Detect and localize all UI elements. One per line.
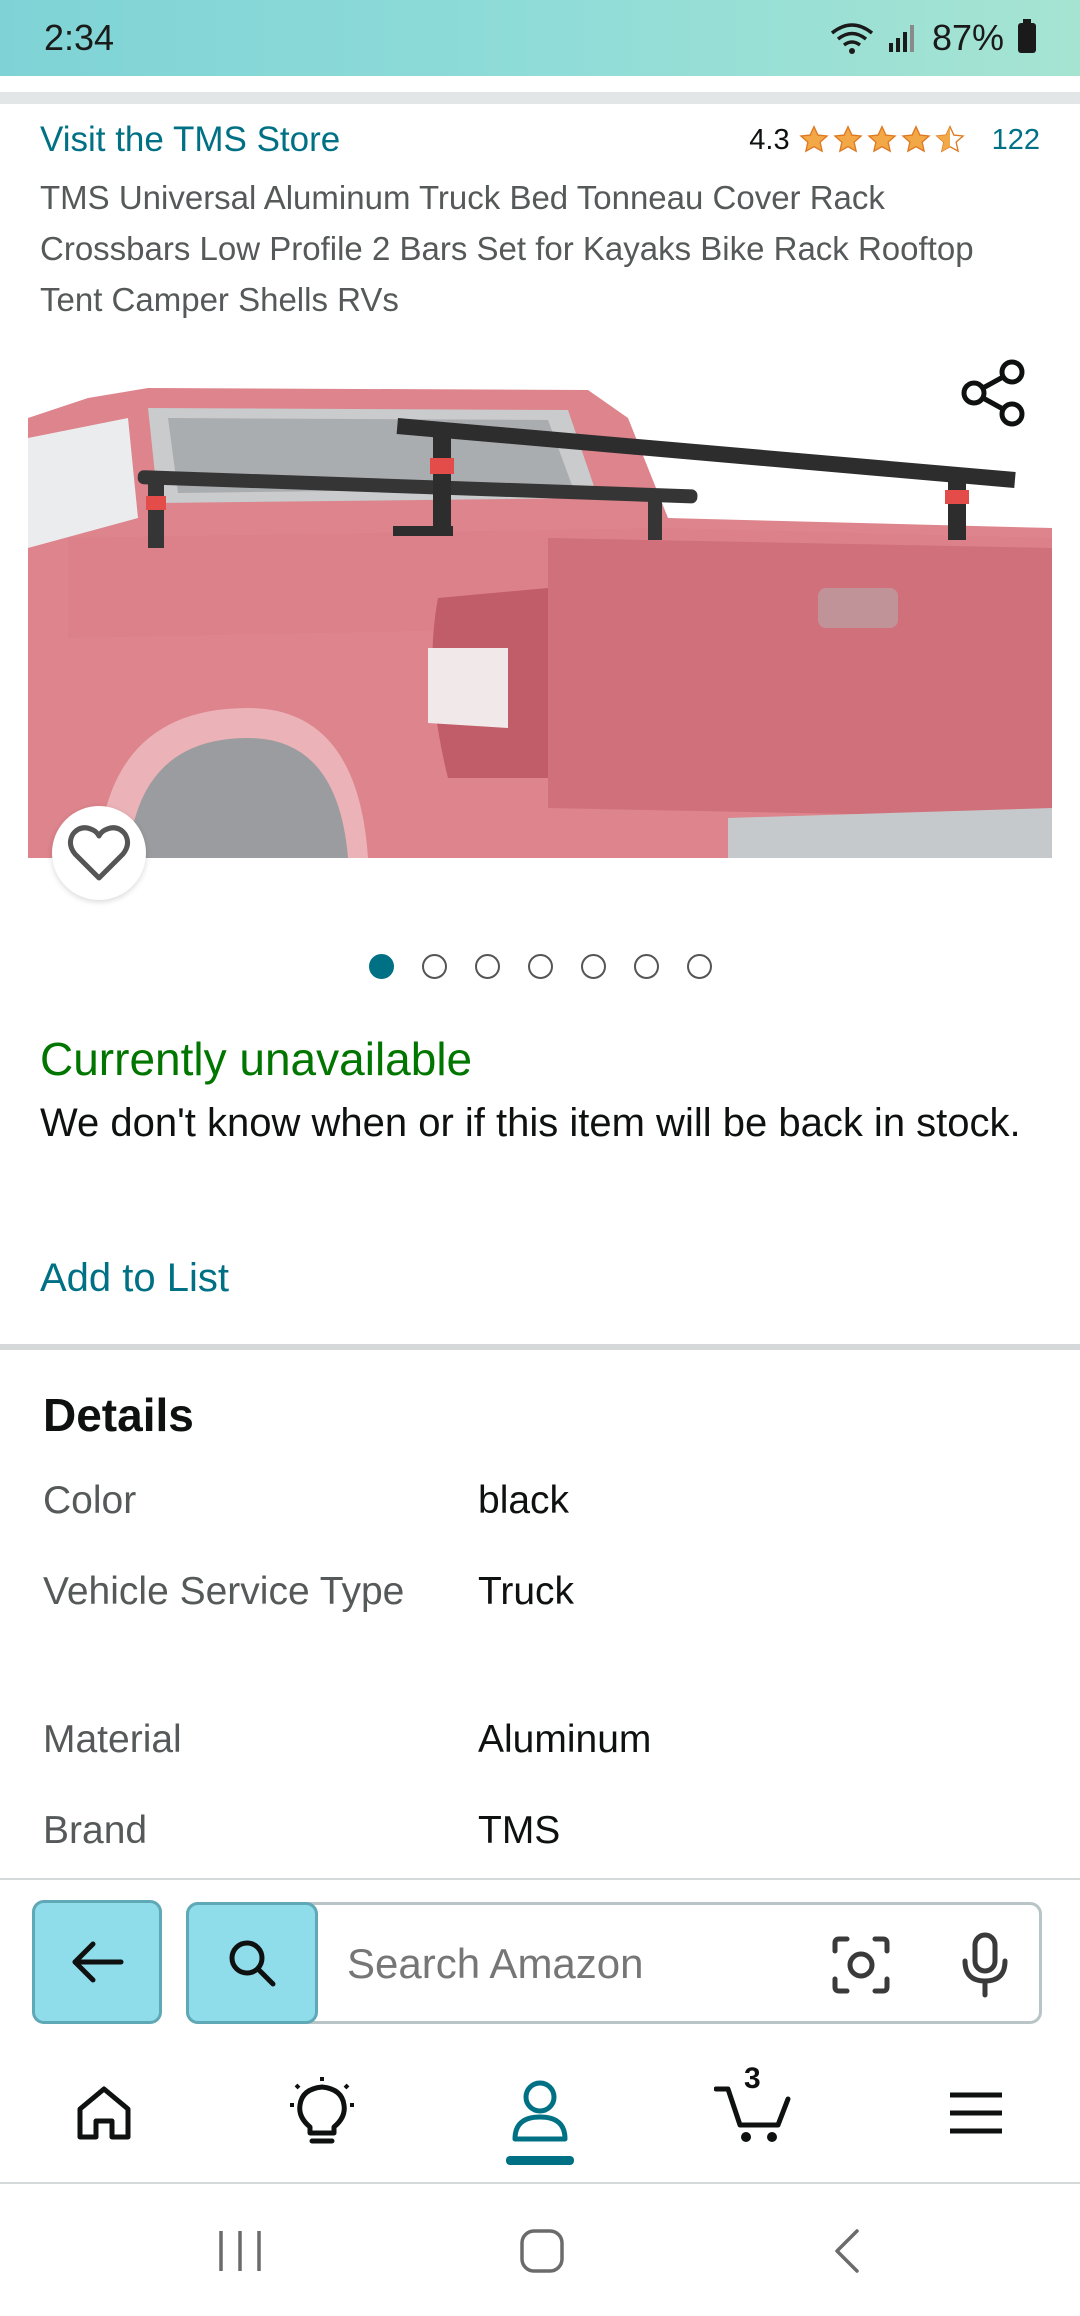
microphone-icon[interactable] bbox=[957, 1931, 1013, 1999]
chevron-left-icon bbox=[835, 2229, 859, 2273]
home-system-button[interactable] bbox=[512, 2224, 572, 2278]
status-time: 2:34 bbox=[44, 17, 115, 58]
status-icons: 87% bbox=[830, 17, 1036, 59]
detail-row-material: Material Aluminum bbox=[43, 1711, 1043, 1769]
search-input[interactable] bbox=[347, 1931, 787, 1997]
camera-scan-icon[interactable] bbox=[829, 1933, 893, 1997]
search-icon bbox=[229, 1940, 276, 1987]
lightbulb-icon bbox=[290, 2077, 354, 2144]
detail-value: Aluminum bbox=[478, 1718, 652, 1761]
star-half-icon bbox=[934, 125, 965, 153]
back-button[interactable] bbox=[32, 1900, 162, 2024]
battery-percent: 87% bbox=[931, 17, 1004, 58]
status-bar: 2:34 87% bbox=[0, 0, 1080, 76]
nav-cart[interactable]: 3 bbox=[714, 2062, 794, 2148]
availability-status: Currently unavailable bbox=[40, 1033, 473, 1085]
nav-active-indicator bbox=[506, 2156, 574, 2165]
detail-key: Color bbox=[43, 1479, 137, 1522]
detail-key: Material bbox=[43, 1718, 182, 1761]
details-heading: Details bbox=[43, 1389, 194, 1441]
rating-stars bbox=[798, 124, 966, 156]
review-count: 122 bbox=[991, 123, 1040, 156]
hamburger-menu-icon bbox=[950, 2092, 1002, 2134]
carousel-dot[interactable] bbox=[527, 954, 553, 979]
carousel-dot[interactable] bbox=[633, 954, 659, 979]
detail-value: TMS bbox=[478, 1809, 561, 1852]
nav-ideas[interactable] bbox=[282, 2077, 362, 2148]
product-title: TMS Universal Aluminum Truck Bed Tonneau… bbox=[40, 179, 974, 318]
detail-key: Vehicle Service Type bbox=[43, 1570, 405, 1613]
heart-icon bbox=[67, 825, 131, 881]
wifi-icon bbox=[830, 23, 874, 54]
nav-home[interactable] bbox=[64, 2078, 144, 2148]
home-icon bbox=[77, 2086, 131, 2140]
section-divider bbox=[0, 1344, 1080, 1350]
detail-value: Truck bbox=[478, 1570, 575, 1613]
cart-count-badge: 3 bbox=[744, 2062, 761, 2095]
store-row: Visit the TMS Store 4.3 122 bbox=[40, 120, 1040, 160]
arrow-left-icon bbox=[72, 1941, 124, 1983]
system-nav-bar bbox=[0, 2184, 1080, 2316]
detail-row-vehicle-service-type: Vehicle Service Type Truck bbox=[43, 1563, 1043, 1621]
signal-icon bbox=[888, 25, 914, 52]
star-full-icon bbox=[798, 125, 829, 153]
detail-value: black bbox=[478, 1479, 570, 1522]
rating-value: 4.3 bbox=[749, 123, 790, 156]
bottom-nav: 3 bbox=[0, 2038, 1080, 2184]
share-icon[interactable] bbox=[956, 356, 1030, 430]
star-full-icon bbox=[832, 125, 863, 153]
carousel-dot[interactable] bbox=[421, 954, 447, 979]
search-button[interactable] bbox=[186, 1902, 318, 2024]
carousel-dot[interactable] bbox=[474, 954, 500, 979]
truck-rack-image bbox=[28, 378, 1052, 858]
detail-row-color: Color black bbox=[43, 1472, 1043, 1530]
visit-store-link[interactable]: Visit the TMS Store bbox=[40, 120, 340, 160]
add-to-list-link[interactable]: Add to List bbox=[40, 1256, 229, 1301]
battery-icon bbox=[1018, 19, 1036, 53]
rating-summary[interactable]: 4.3 122 bbox=[749, 124, 1040, 157]
search-area bbox=[0, 1878, 1080, 2038]
carousel-dot[interactable] bbox=[580, 954, 606, 979]
user-icon bbox=[512, 2080, 568, 2142]
product-image[interactable] bbox=[28, 378, 1052, 858]
availability-message: We don't know when or if this item will … bbox=[40, 1101, 1021, 1145]
star-full-icon bbox=[866, 125, 897, 153]
star-full-icon bbox=[900, 125, 931, 153]
top-divider bbox=[0, 92, 1080, 104]
system-back-button[interactable] bbox=[816, 2224, 876, 2278]
recent-apps-icon bbox=[219, 2231, 261, 2271]
nav-account[interactable] bbox=[500, 2078, 580, 2148]
nav-menu[interactable] bbox=[936, 2078, 1016, 2148]
recent-apps-button[interactable] bbox=[210, 2224, 270, 2278]
carousel-dot[interactable] bbox=[686, 954, 712, 979]
wishlist-button[interactable] bbox=[52, 806, 146, 900]
detail-row-brand: Brand TMS bbox=[43, 1802, 1043, 1860]
home-square-icon bbox=[520, 2229, 564, 2273]
carousel-dot[interactable] bbox=[368, 954, 394, 979]
search-bar bbox=[186, 1902, 1042, 2024]
image-carousel-dots[interactable] bbox=[0, 954, 1080, 979]
detail-key: Brand bbox=[43, 1809, 148, 1852]
